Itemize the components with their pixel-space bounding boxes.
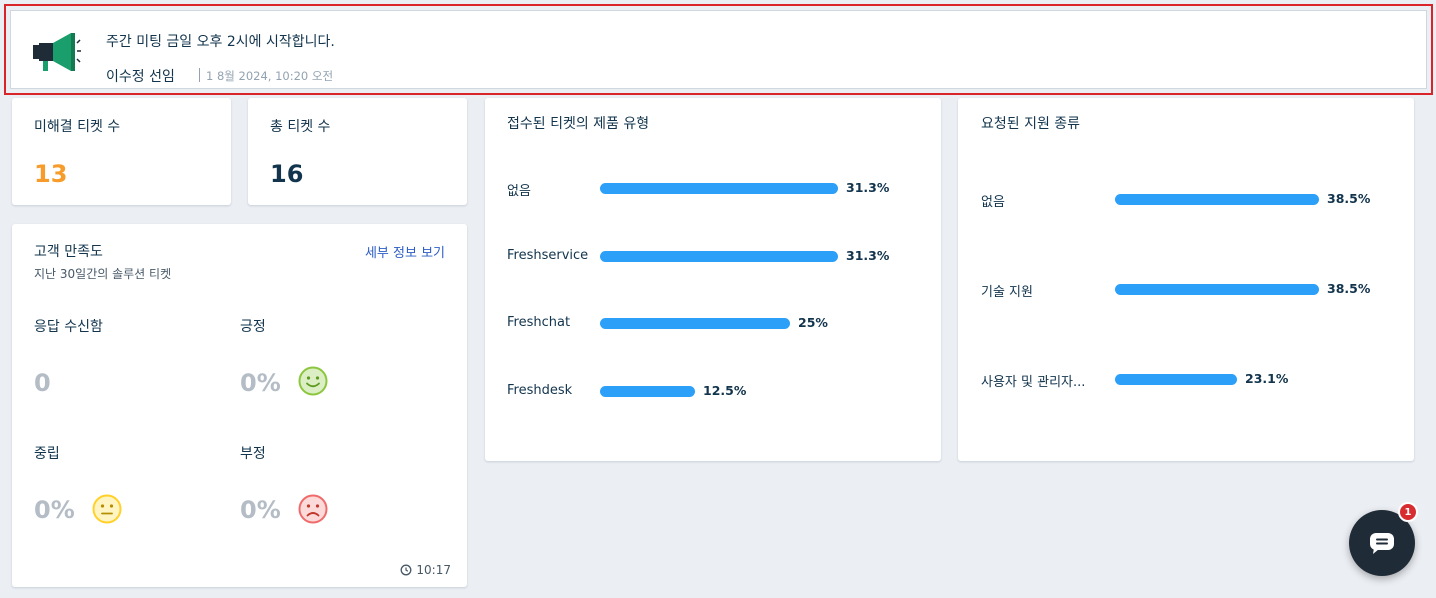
responses-value: 0	[34, 369, 51, 397]
sad-face-icon	[298, 494, 328, 524]
announcement-time: 1 8월 2024, 10:20 오전	[206, 69, 334, 83]
chat-unread-badge: 1	[1398, 502, 1418, 522]
announcement-banner[interactable]: 주간 미팅 금일 오후 2시에 시작합니다. 이수정 선임 1 8월 2024,…	[10, 10, 1427, 89]
positive-value: 0%	[240, 369, 281, 397]
negative-label: 부정	[240, 446, 266, 462]
product-type-card: 접수된 티켓의 제품 유형 없음 31.3% Freshservice 31.3% Fr…	[485, 98, 941, 461]
support-type-card: 요청된 지원 종류 없음 38.5% 기술 지원 38.5% 사용자 및 관리자... 2…	[958, 98, 1414, 461]
bar-label: 없음	[507, 184, 531, 199]
total-tickets-card[interactable]: 총 티켓 수 16	[248, 98, 467, 205]
bar-value-label: 38.5%	[1327, 191, 1371, 206]
responses-label: 응답 수신함	[34, 319, 103, 335]
bar[interactable]	[1115, 194, 1319, 205]
card-title: 접수된 티켓의 제품 유형	[507, 116, 650, 132]
bar[interactable]	[1115, 284, 1319, 295]
unresolved-count: 13	[34, 160, 68, 188]
total-count: 16	[270, 160, 304, 188]
neutral-face-icon	[92, 494, 122, 524]
unresolved-tickets-card[interactable]: 미해결 티켓 수 13	[12, 98, 231, 205]
bar-label: 없음	[981, 195, 1005, 210]
bar-value-label: 31.3%	[846, 180, 890, 195]
bar[interactable]	[600, 385, 695, 397]
bar-value-label: 38.5%	[1327, 281, 1371, 296]
announcement-message: 주간 미팅 금일 오후 2시에 시작합니다.	[106, 34, 335, 50]
history-icon	[400, 564, 412, 576]
bar[interactable]	[600, 250, 838, 262]
csat-card: 고객 만족도 세부 정보 보기 지난 30일간의 솔루션 티켓 응답 수신함 0…	[12, 224, 467, 587]
megaphone-icon	[33, 33, 81, 71]
negative-value: 0%	[240, 496, 281, 524]
view-details-link[interactable]: 세부 정보 보기	[365, 242, 445, 261]
bar-value-label: 25%	[798, 315, 828, 330]
bar-label: Freshdesk	[507, 382, 573, 398]
announcement-author: 이수정 선임	[106, 69, 175, 85]
chat-icon	[1370, 533, 1394, 554]
happy-face-icon	[298, 366, 328, 396]
bar[interactable]	[1115, 374, 1237, 385]
bar[interactable]	[600, 183, 838, 194]
card-title: 요청된 지원 종류	[981, 116, 1081, 132]
bar-value-label: 12.5%	[703, 382, 747, 398]
last-updated: 10:17	[400, 563, 451, 577]
csat-subtitle: 지난 30일간의 솔루션 티켓	[34, 267, 172, 281]
positive-label: 긍정	[240, 319, 266, 335]
divider	[199, 68, 200, 82]
bar-value-label: 23.1%	[1245, 371, 1289, 386]
bar-label: 사용자 및 관리자...	[981, 375, 1086, 390]
card-title: 고객 만족도	[34, 244, 103, 260]
neutral-value: 0%	[34, 496, 75, 524]
bar-label: Freshchat	[507, 315, 571, 330]
bar-label: Freshservice	[507, 247, 589, 263]
bar-label: 기술 지원	[981, 285, 1033, 300]
card-title: 총 티켓 수	[270, 119, 331, 135]
card-title: 미해결 티켓 수	[34, 119, 121, 135]
neutral-label: 중립	[34, 446, 60, 462]
last-updated-time: 10:17	[416, 563, 451, 577]
bar[interactable]	[600, 318, 790, 329]
bar-value-label: 31.3%	[846, 247, 890, 263]
